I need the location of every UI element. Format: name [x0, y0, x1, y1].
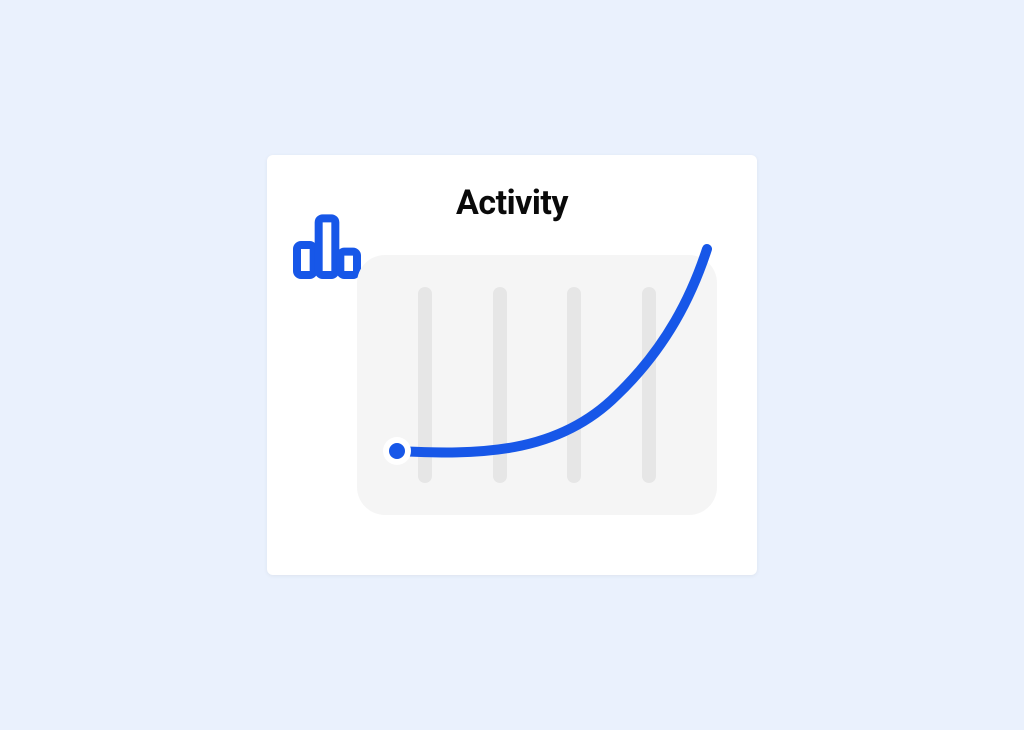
activity-card: Activity: [267, 155, 757, 575]
card-title: Activity: [456, 183, 568, 223]
activity-curve: [357, 255, 717, 515]
bar-chart-icon: [287, 205, 367, 289]
chart-panel: [357, 255, 717, 515]
